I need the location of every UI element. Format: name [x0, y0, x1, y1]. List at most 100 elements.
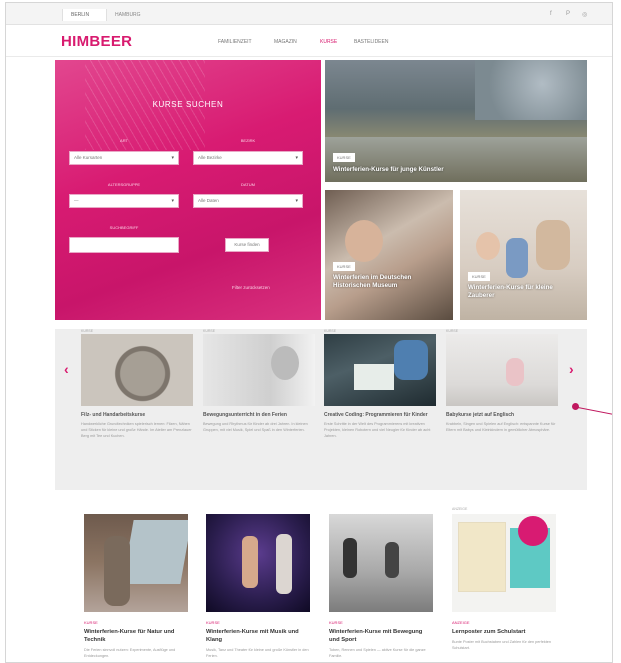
carousel-item[interactable]: KURSE Babykurse jetzt auf Englisch Krabb…: [446, 329, 558, 433]
photo-ice: [325, 137, 587, 182]
card-title: Winterferien-Kurse mit Bewegung und Spor…: [329, 629, 423, 643]
carousel-item[interactable]: KURSE Creative Coding: Programmieren für…: [324, 329, 436, 439]
photo-dancer: [242, 536, 258, 588]
card-image: [452, 514, 556, 612]
photo-tablet: [354, 364, 394, 390]
select-bezirk-value: Alle Bezirke: [198, 155, 222, 160]
carousel-item[interactable]: KURSE Filz- und Handarbeitskurse Handwer…: [81, 329, 193, 439]
search-input[interactable]: [69, 237, 179, 253]
pinterest-icon[interactable]: P: [566, 11, 570, 17]
article-card[interactable]: KURSE Winterferien-Kurse mit Bewegung un…: [329, 514, 433, 659]
select-datum-value: Alle Daten: [198, 198, 219, 203]
card-text: Bunte Poster mit Buchstaben und Zahlen f…: [452, 640, 551, 650]
select-datum[interactable]: Alle Daten ▾: [193, 194, 303, 208]
photo-dancer: [276, 534, 292, 594]
reset-filter-link[interactable]: Filter zurücksetzen: [232, 285, 270, 290]
tab-hamburg[interactable]: HAMBURG: [106, 9, 152, 21]
card-category: KURSE: [329, 620, 343, 625]
photo-board: [122, 520, 188, 584]
article-card[interactable]: ANZEIGE ANZEIGE Lernposter zum Schulstar…: [452, 507, 556, 651]
carousel-image: [203, 334, 315, 406]
carousel-item-title: Bewegungsunterricht in den Ferien: [203, 412, 287, 418]
label-altersgruppe: ALTERSGRUPPE: [107, 182, 141, 187]
card-title: Winterferien-Kurse mit Musik und Klang: [206, 629, 299, 643]
featured-tag-2: KURSE: [333, 262, 355, 271]
carousel-item-title: Creative Coding: Programmieren für Kinde…: [324, 412, 428, 418]
photo-baby: [506, 358, 524, 386]
carousel-item[interactable]: KURSE Bewegungsunterricht in den Ferien …: [203, 329, 315, 433]
card-title: Winterferien-Kurse für Natur und Technik: [84, 629, 175, 643]
photo-adult: [536, 220, 570, 270]
select-bezirk[interactable]: Alle Bezirke ▾: [193, 151, 303, 165]
nav-item-familienzeit[interactable]: FAMILIENZEIT: [218, 39, 252, 45]
label-art: ART: [120, 138, 128, 143]
card-title: Lernposter zum Schulstart: [452, 629, 526, 635]
photo-poster: [458, 522, 506, 592]
photo-child: [343, 538, 357, 578]
card-image: [206, 514, 310, 612]
photo-face: [345, 220, 383, 262]
facebook-icon[interactable]: f: [550, 11, 552, 17]
featured-title-1: Winterferien-Kurse für junge Künstler: [333, 166, 444, 173]
card-category: KURSE: [84, 620, 98, 625]
featured-tag-1: KURSE: [333, 153, 355, 162]
chevron-down-icon: ▾: [295, 198, 298, 204]
chevron-down-icon: ▾: [171, 155, 174, 161]
card-text: Musik, Tanz und Theater für kleine und g…: [206, 648, 309, 658]
select-altersgruppe-value: —: [74, 198, 79, 203]
photo-child: [271, 346, 299, 380]
select-art-value: Alle Kursarten: [74, 155, 103, 160]
photo-child: [104, 536, 130, 606]
card-meta: ANZEIGE: [452, 507, 468, 511]
article-card[interactable]: KURSE Winterferien-Kurse mit Musik und K…: [206, 514, 310, 659]
featured-title-3: Winterferien-Kurse für kleine Zauberer: [468, 284, 553, 299]
photo-child: [476, 232, 500, 260]
featured-photo-2[interactable]: KURSE Winterferien im Deutschen Historis…: [325, 190, 453, 320]
chevron-down-icon: ▾: [295, 155, 298, 161]
course-search-panel: KURSE SUCHEN ART Alle Kursarten ▾ BEZIRK …: [55, 60, 321, 320]
nav-item-kurse[interactable]: KURSE: [320, 39, 337, 45]
search-title: KURSE SUCHEN: [152, 100, 224, 109]
select-altersgruppe[interactable]: — ▾: [69, 194, 179, 208]
featured-photo-3[interactable]: KURSE Winterferien-Kurse für kleine Zaub…: [460, 190, 587, 320]
chevron-right-icon[interactable]: ›: [569, 361, 574, 377]
nav-item-bastelideen[interactable]: BASTELIDEEN: [354, 39, 388, 45]
carousel-item-text: Erste Schritte in der Welt des Programmi…: [324, 422, 431, 438]
instagram-icon[interactable]: ◎: [582, 11, 587, 18]
card-image: [329, 514, 433, 612]
card-image: [84, 514, 188, 612]
carousel-item-text: Bewegung und Rhythmus für Kinder ab drei…: [203, 422, 308, 432]
header-divider: [6, 56, 612, 57]
photo-sky: [475, 60, 587, 120]
browser-frame: BERLIN HAMBURG f P ◎ HIMBEER FAMILIENZEI…: [5, 2, 613, 663]
card-text: Toben, Rennen und Spielen — aktive Kurse…: [329, 648, 426, 658]
carousel-item-text: Krabbeln, Singen und Spielen auf Englisc…: [446, 422, 556, 432]
photo-child: [506, 238, 528, 278]
photo-child: [394, 340, 428, 380]
card-text: Die Ferien sinnvoll nutzen: Experimente,…: [84, 648, 176, 658]
find-courses-button[interactable]: Kurse finden: [225, 238, 269, 252]
carousel-image: [324, 334, 436, 406]
carousel-item-meta: KURSE: [446, 329, 459, 333]
label-datum: DATUM: [241, 182, 255, 187]
label-suchbegriff: SUCHBEGRIFF: [109, 225, 139, 230]
top-bar: BERLIN HAMBURG f P ◎: [6, 3, 612, 25]
carousel-image: [81, 334, 193, 406]
label-bezirk: BEZIRK: [240, 138, 256, 143]
card-category: KURSE: [206, 620, 220, 625]
carousel-item-meta: KURSE: [324, 329, 337, 333]
photo-badge: [518, 516, 548, 546]
chevron-left-icon[interactable]: ‹: [64, 361, 69, 377]
featured-tag-3: KURSE: [468, 272, 490, 281]
carousel-item-text: Handwerkliche Grundtechniken spielerisch…: [81, 422, 192, 438]
carousel-item-meta: KURSE: [81, 329, 94, 333]
carousel-image: [446, 334, 558, 406]
featured-photo-1[interactable]: KURSE Winterferien-Kurse für junge Künst…: [325, 60, 587, 182]
carousel-item-title: Babykurse jetzt auf Englisch: [446, 412, 515, 418]
tab-berlin[interactable]: BERLIN: [62, 9, 106, 21]
logo[interactable]: HIMBEER: [61, 33, 132, 50]
featured-title-2: Winterferien im Deutschen Historischen M…: [333, 274, 412, 289]
select-art[interactable]: Alle Kursarten ▾: [69, 151, 179, 165]
nav-item-magazin[interactable]: MAGAZIN: [274, 39, 297, 45]
article-card[interactable]: KURSE Winterferien-Kurse für Natur und T…: [84, 514, 188, 659]
